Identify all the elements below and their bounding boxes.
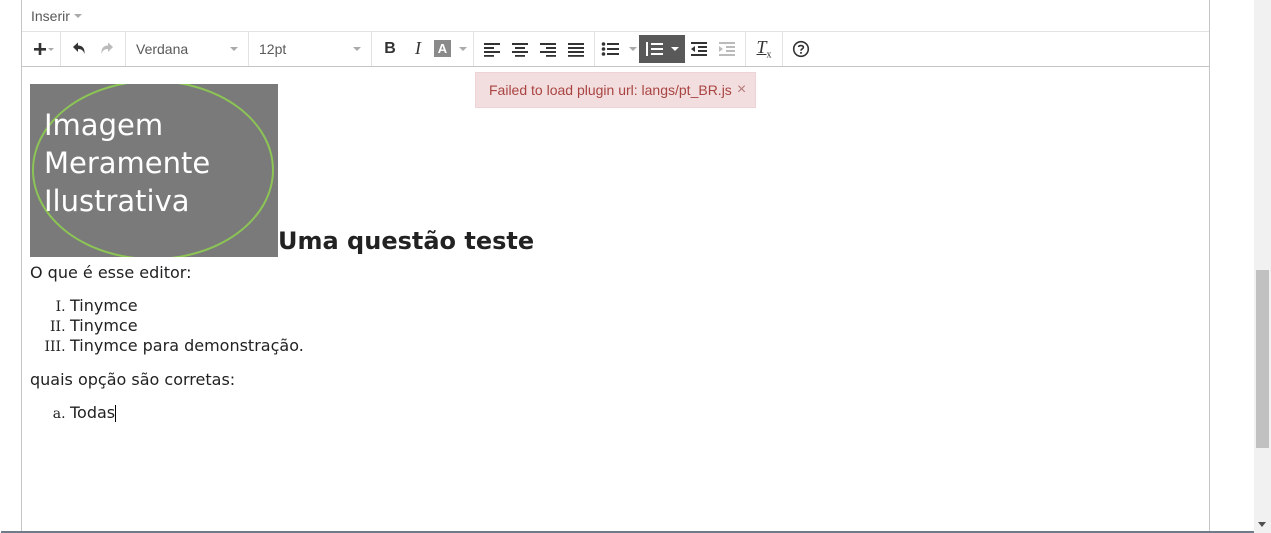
font-size-value: 12pt — [259, 40, 287, 57]
insert-group — [22, 31, 61, 66]
clear-group: Tx — [746, 31, 783, 66]
list-item: Tinymce — [70, 296, 1200, 316]
history-group — [61, 31, 126, 66]
clear-formatting-icon: Tx — [756, 36, 772, 61]
list-group — [595, 31, 746, 66]
chevron-down-icon — [353, 46, 361, 51]
undo-icon — [73, 42, 85, 54]
font-family-select[interactable]: Verdana — [126, 31, 249, 66]
bold-icon: B — [384, 39, 396, 57]
align-left-button[interactable] — [478, 35, 506, 63]
question-text: O que é esse editor: — [30, 263, 192, 282]
align-center-icon — [512, 42, 528, 57]
bullet-list-icon — [601, 41, 619, 56]
align-justify-icon — [568, 42, 584, 57]
help-group — [783, 31, 819, 66]
outdent-button[interactable] — [685, 35, 713, 63]
insert-menu-button[interactable] — [26, 35, 56, 63]
chevron-down-icon[interactable] — [671, 46, 679, 51]
align-justify-button[interactable] — [562, 35, 590, 63]
bold-button[interactable]: B — [376, 35, 404, 63]
font-family-value: Verdana — [136, 40, 189, 57]
toolbar: Verdana 12pt B I A Tx — [22, 31, 1209, 67]
bullet-list-button[interactable] — [599, 35, 639, 63]
list-item: Todas — [70, 403, 1200, 423]
plus-icon — [34, 42, 54, 55]
illustrative-image[interactable]: Imagem Meramente Ilustrativa — [30, 84, 278, 257]
redo-button[interactable] — [93, 35, 121, 63]
outdent-icon — [691, 41, 707, 56]
text-color-icon: A — [434, 40, 451, 57]
text-cursor — [115, 405, 117, 422]
list-item: Tinymce para demonstração. — [70, 336, 1200, 356]
clear-formatting-button[interactable]: Tx — [750, 35, 778, 63]
redo-icon — [101, 42, 113, 54]
roman-list: Tinymce Tinymce Tinymce para demonstraçã… — [30, 296, 1200, 356]
numbered-list-button[interactable] — [639, 34, 685, 63]
alpha-list: Todas — [30, 403, 1200, 423]
undo-button[interactable] — [65, 35, 93, 63]
help-button[interactable] — [787, 35, 815, 63]
chevron-down-icon — [230, 46, 238, 51]
chevron-down-icon — [73, 13, 82, 18]
format-group: B I A — [372, 31, 474, 66]
help-icon — [792, 40, 810, 57]
italic-button[interactable]: I — [404, 35, 432, 63]
align-left-icon — [484, 42, 500, 57]
menu-insert[interactable]: Inserir — [22, 8, 82, 24]
prompt-text: quais opção são corretas: — [30, 370, 236, 389]
list-item: Tinymce — [70, 316, 1200, 336]
list-item-text: Todas — [70, 403, 116, 422]
heading-line: Imagem Meramente Ilustrativa Uma questão… — [30, 84, 1200, 257]
align-right-icon — [540, 42, 556, 57]
editor-content[interactable]: Imagem Meramente Ilustrativa Uma questão… — [30, 84, 1200, 423]
text-color-button[interactable]: A — [432, 35, 469, 63]
align-group — [474, 31, 595, 66]
align-right-button[interactable] — [534, 35, 562, 63]
indent-icon — [719, 41, 735, 56]
align-center-button[interactable] — [506, 35, 534, 63]
chevron-down-icon[interactable] — [459, 46, 467, 51]
font-size-select[interactable]: 12pt — [249, 31, 372, 66]
image-caption-text: Imagem Meramente Ilustrativa — [44, 108, 211, 218]
menu-insert-label: Inserir — [31, 7, 70, 24]
question-heading: Uma questão teste — [278, 227, 535, 255]
menubar: Inserir — [22, 0, 1209, 32]
scroll-down-arrow-icon[interactable] — [1258, 522, 1266, 527]
numbered-list-icon — [646, 41, 663, 56]
chevron-down-icon[interactable] — [629, 46, 637, 51]
italic-icon: I — [415, 38, 421, 58]
indent-button[interactable] — [713, 35, 741, 63]
vertical-scrollbar[interactable] — [1254, 0, 1271, 533]
scrollbar-thumb[interactable] — [1256, 270, 1269, 448]
